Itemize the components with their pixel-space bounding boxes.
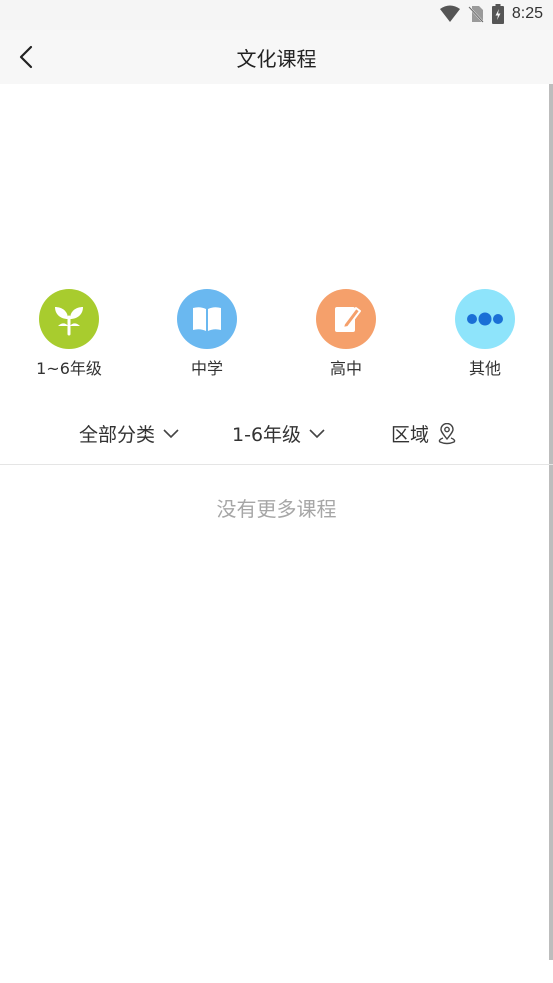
notebook-pen-icon [316,289,376,349]
grade-filter-dropdown[interactable]: 1-6年级 [232,420,325,447]
more-dots-icon [455,289,515,349]
category-label: 1~6年级 [36,359,102,378]
scrollbar[interactable] [549,84,553,960]
category-filter-dropdown[interactable]: 全部分类 [79,420,179,447]
wifi-icon [439,5,460,22]
category-high-school[interactable]: 高中 [291,289,401,379]
category-row: 1~6年级 中学 高中 其他 [0,289,553,384]
region-filter-label: 区域 [391,424,430,446]
banner-area [0,84,549,284]
app-bar: 文化课程 [0,30,553,84]
no-sim-icon [468,6,484,23]
location-pin-icon [438,422,456,444]
page-title: 文化课程 [236,47,317,71]
grade-filter-label: 1-6年级 [232,424,302,446]
open-book-icon [177,289,237,349]
category-grade-1-6[interactable]: 1~6年级 [14,289,124,379]
category-other[interactable]: 其他 [430,289,540,379]
region-filter[interactable]: 区域 [391,420,457,447]
divider [0,464,553,465]
category-label: 高中 [329,359,362,378]
status-bar: 8:25 [0,0,553,30]
chevron-down-icon [163,428,179,438]
filter-bar: 全部分类 1-6年级 区域 [0,412,553,452]
chevron-down-icon [309,428,325,438]
category-middle-school[interactable]: 中学 [152,289,262,379]
category-filter-label: 全部分类 [79,424,156,446]
category-label: 中学 [190,359,223,378]
status-time: 8:25 [511,5,543,22]
empty-state-message: 没有更多课程 [216,497,337,521]
category-label: 其他 [468,359,501,378]
sprout-icon [39,289,99,349]
battery-charging-icon [491,4,504,24]
